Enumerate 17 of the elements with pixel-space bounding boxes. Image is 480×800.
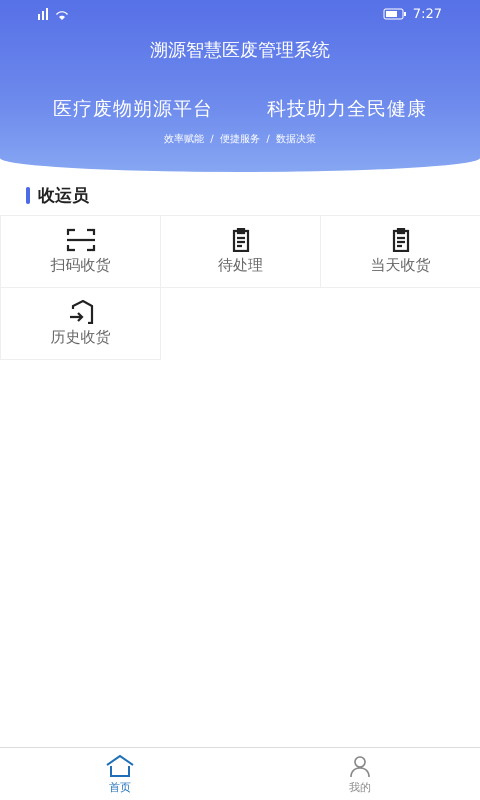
scan-icon [66,228,96,252]
section-marker [26,187,30,204]
tagline: 效率赋能 / 便捷服务 / 数据决策 [164,132,316,146]
tab-item[interactable]: 首页 [0,748,240,800]
status-time: 7:27 [412,6,442,22]
slogan: 医疗废物朔源平台 [53,97,213,122]
menu-tile[interactable]: 扫码收货 [0,215,161,288]
menu-tile[interactable]: 历史收货 [0,287,161,360]
app-title: 溯源智慧医废管理系统 [150,39,330,62]
tab-item[interactable]: 我的 [240,748,480,800]
slogan: 科技助力全民健康 [267,97,427,122]
home-icon [105,754,135,778]
battery-icon [382,8,407,20]
menu-tile[interactable]: 当天收货 [320,215,480,288]
section-title: 收运员 [38,185,89,207]
user-icon [348,754,372,778]
menu-tile[interactable]: 待处理 [160,215,321,288]
